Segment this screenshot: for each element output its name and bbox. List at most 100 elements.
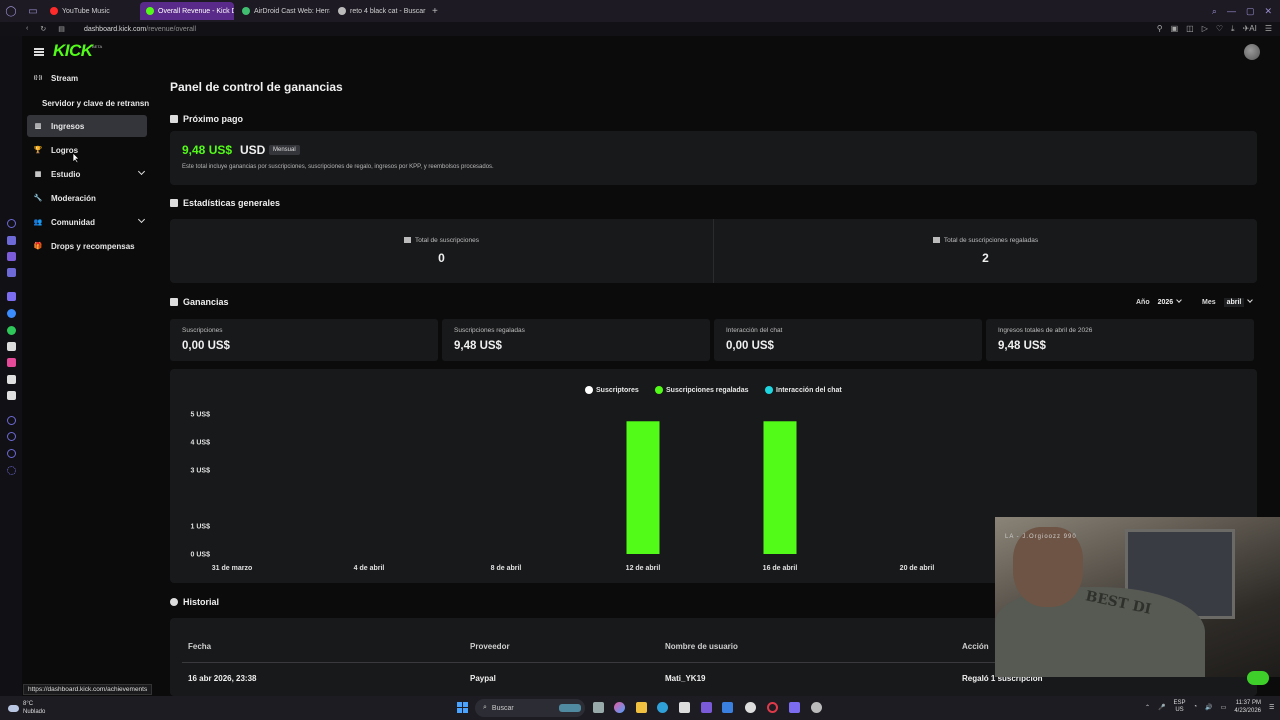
snapshot-icon[interactable]: ▣ <box>1171 24 1179 34</box>
month-filter[interactable]: Mes abril <box>1202 297 1254 307</box>
reload-icon[interactable]: ↻ <box>40 25 46 33</box>
wifi-icon[interactable]: ◔ <box>1194 704 1198 710</box>
back-icon[interactable]: ‹ <box>26 25 28 33</box>
heart-icon[interactable]: ♡ <box>1216 24 1223 34</box>
x-icon[interactable] <box>7 391 16 400</box>
bookmark-icon[interactable] <box>7 236 16 245</box>
sidebar-item-estudio[interactable]: ▦ Estudio <box>27 163 147 185</box>
settings-icon[interactable] <box>7 466 16 475</box>
clock-time: 11:37 PM <box>1235 700 1262 706</box>
tiktok-icon[interactable] <box>7 375 16 384</box>
edge-icon[interactable] <box>636 702 647 713</box>
sidebar-item-ingresos[interactable]: ▥ Ingresos <box>27 115 147 137</box>
language-indicator[interactable]: ESP US <box>1174 700 1186 714</box>
metric-label: Suscripciones <box>182 327 223 334</box>
table-cell-username[interactable]: Mati_YK19 <box>665 674 705 683</box>
taskbar-search[interactable]: ⌕ Buscar <box>475 699 585 717</box>
close-icon[interactable]: ✕ <box>1264 6 1272 17</box>
file-explorer-icon[interactable] <box>657 702 668 713</box>
wallet-icon[interactable]: ◫ <box>1186 24 1194 34</box>
instagram-icon[interactable] <box>7 358 16 367</box>
opera-gx-icon[interactable] <box>767 702 778 713</box>
sidebar-item-moderacion[interactable]: 🔧 Moderación <box>27 187 147 209</box>
weather-text: 8°C Nublado <box>23 700 45 716</box>
twitch-icon[interactable] <box>7 252 16 261</box>
search-tabs-icon[interactable]: ⌕ <box>1212 6 1217 17</box>
mic-icon[interactable]: 🎤 <box>1158 704 1165 711</box>
browser-tab[interactable]: YouTube Music <box>44 2 138 20</box>
sidebar-item-label: Estudio <box>51 169 81 179</box>
chevron-down-icon[interactable] <box>137 167 146 176</box>
discord-icon[interactable] <box>7 342 16 351</box>
mouse-cursor-icon <box>72 152 80 164</box>
month-select[interactable]: abril <box>1223 298 1245 307</box>
player-icon[interactable] <box>7 268 16 277</box>
column-header-username[interactable]: Nombre de usuario <box>665 642 738 651</box>
general-stats-heading: Estadísticas generales <box>170 198 280 208</box>
windows-start-icon[interactable] <box>457 702 468 713</box>
metric-gifted: Suscripciones regaladas 9,48 US$ <box>442 319 710 361</box>
avatar[interactable] <box>1244 44 1260 60</box>
floating-action-button[interactable] <box>1247 671 1269 685</box>
next-payment-card: 9,48 US$ USD Mensual Este total incluye … <box>170 131 1257 185</box>
copilot-icon[interactable] <box>614 702 625 713</box>
download-icon[interactable]: ⤓ <box>1231 24 1235 34</box>
hamburger-menu-icon[interactable] <box>34 48 44 56</box>
next-payment-heading-text: Próximo pago <box>183 114 244 124</box>
sidebar-item-comunidad[interactable]: 👥 Comunidad <box>27 211 147 233</box>
app-icon-3[interactable] <box>811 702 822 713</box>
whatsapp-icon[interactable] <box>7 326 16 335</box>
year-filter[interactable]: Año 2026 <box>1136 297 1182 306</box>
play-icon[interactable]: ▷ <box>1202 24 1208 34</box>
ai-button[interactable]: ✈AI <box>1243 24 1257 34</box>
earnings-metrics: Suscripciones 0,00 US$ Suscripciones reg… <box>170 319 1257 361</box>
chart-bar[interactable] <box>763 421 797 554</box>
metric-total: Ingresos totales de abril de 2026 9,48 U… <box>986 319 1254 361</box>
x-tick-label: 16 de abril <box>763 565 798 572</box>
discord-taskbar-icon[interactable] <box>789 702 800 713</box>
chevron-down-icon[interactable] <box>137 215 146 224</box>
minimize-icon[interactable]: — <box>1227 6 1236 17</box>
column-header-date[interactable]: Fecha <box>188 642 211 651</box>
aria-icon[interactable] <box>7 219 16 228</box>
pin-icon[interactable]: ⚲ <box>1157 24 1163 34</box>
column-header-provider[interactable]: Proveedor <box>470 642 510 651</box>
sidebar-item-drops[interactable]: 🎁 Drops y recompensas <box>27 235 147 257</box>
opera-menu-icon[interactable]: ◯ <box>0 0 22 22</box>
store-icon[interactable] <box>679 702 690 713</box>
year-select[interactable]: 2026 <box>1158 299 1174 306</box>
sidebar-item-logros[interactable]: 🏆 Logros <box>27 139 147 161</box>
messenger-icon[interactable] <box>7 309 16 318</box>
weather-widget[interactable]: 8°C Nublado <box>8 700 45 716</box>
menu-icon[interactable]: ☰ <box>1265 24 1272 34</box>
maximize-icon[interactable]: ▢ <box>1246 6 1255 17</box>
sidebar-item-server-key[interactable]: Servidor y clave de retransn <box>42 99 149 108</box>
discord-purple-icon[interactable] <box>7 292 16 301</box>
tab-manager-icon[interactable]: ▭ <box>22 0 44 22</box>
app-icon-2[interactable] <box>722 702 733 713</box>
browser-tab[interactable]: reto 4 black cat - Buscar c <box>332 2 426 20</box>
url-field[interactable]: dashboard.kick.com/revenue/overall <box>84 26 196 33</box>
task-view-icon[interactable] <box>593 702 604 713</box>
kick-logo[interactable]: KICK <box>53 41 93 61</box>
chart-bar[interactable] <box>626 421 660 554</box>
stats-icon <box>170 199 178 207</box>
webcam-overlay-text: LA - J.Orgioozz 990 <box>1005 534 1077 540</box>
chrome-icon[interactable] <box>745 702 756 713</box>
column-header-action[interactable]: Acción <box>962 642 989 651</box>
clock[interactable]: 11:37 PM 4/23/2026 <box>1234 699 1261 715</box>
sidebar-item-stream[interactable]: ((·)) Stream <box>27 67 147 89</box>
browser-sidebar <box>0 36 22 696</box>
site-info-icon[interactable]: ▤ <box>58 25 65 33</box>
new-tab-button[interactable]: + <box>426 2 444 20</box>
volume-icon[interactable]: 🔊 <box>1205 704 1212 711</box>
tray-chevron-icon[interactable]: ⌃ <box>1145 704 1150 711</box>
history-icon[interactable] <box>7 416 16 425</box>
clock-icon[interactable] <box>7 432 16 441</box>
browser-tab[interactable]: Overall Revenue - Kick D <box>140 2 234 20</box>
notifications-icon[interactable]: ☰ <box>1269 704 1274 711</box>
app-icon-1[interactable] <box>701 702 712 713</box>
location-icon[interactable] <box>7 449 16 458</box>
browser-tab[interactable]: AirDroid Cast Web: Herra <box>236 2 330 20</box>
battery-icon[interactable]: ▭ <box>1221 704 1227 711</box>
